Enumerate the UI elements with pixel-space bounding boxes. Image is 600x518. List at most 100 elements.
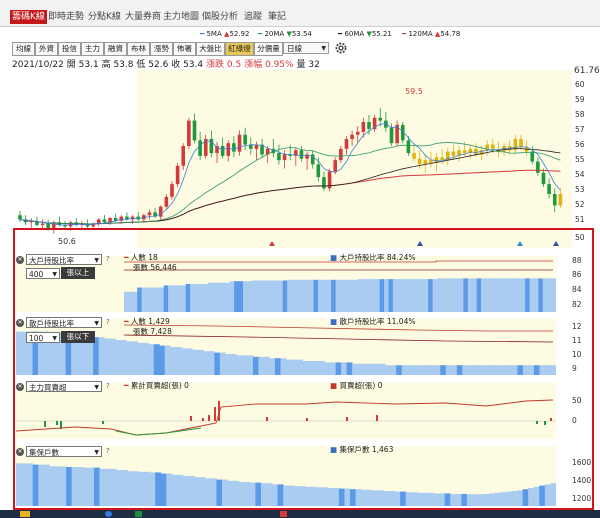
toolbar-volume-profile-button[interactable]: 分價量 <box>254 42 283 56</box>
toolbar-ma-button[interactable]: 均線 <box>12 42 35 56</box>
close-icon[interactable]: ✕ <box>16 448 24 456</box>
holding-bar <box>335 279 341 312</box>
holding-bar <box>412 365 419 375</box>
close-icon[interactable]: ✕ <box>16 256 24 264</box>
candle-body <box>181 146 186 166</box>
candle-body <box>220 146 225 156</box>
holding-bar <box>197 349 204 375</box>
toolbar-trend-button[interactable]: 漲勢 <box>150 42 173 56</box>
browser-icon[interactable] <box>105 511 112 517</box>
retail-ratio-label: ■ 散戶持股比率 11.04% <box>330 317 416 326</box>
holding-bar <box>405 492 412 506</box>
toolbar-foreign-button[interactable]: 外資 <box>35 42 58 56</box>
tab-chip-kline[interactable]: 籌碼K線 <box>10 10 47 24</box>
holding-bar <box>333 488 340 506</box>
net-buy-sell-bar <box>306 418 308 421</box>
retail-axis-tick: 11 <box>572 336 582 345</box>
price-change: 0.5 <box>226 60 242 70</box>
holding-bar <box>154 287 160 312</box>
help-icon[interactable]: ? <box>106 318 110 326</box>
holding-bar <box>124 291 129 312</box>
retail-threshold-button[interactable]: 張以下 <box>61 331 95 343</box>
holding-bar <box>319 361 325 375</box>
app-icon[interactable] <box>280 511 287 517</box>
holding-bar <box>160 473 167 506</box>
main-force-indicator-select[interactable]: 主力買賣超 ▼ <box>26 381 102 392</box>
low-annotation: 50.6 <box>58 237 76 246</box>
holding-bar <box>538 278 544 312</box>
holding-bar <box>394 491 401 506</box>
candlestick-chart[interactable]: 59.5 50.6 <box>12 70 572 248</box>
holding-bar <box>66 467 73 506</box>
folder-icon[interactable] <box>20 511 30 517</box>
holding-bar <box>322 279 328 312</box>
help-icon[interactable]: ? <box>106 382 110 390</box>
toolbar-trust-button[interactable]: 投信 <box>58 42 81 56</box>
help-icon[interactable]: ? <box>106 447 110 455</box>
tab-stock-analysis[interactable]: 個股分析 <box>200 10 240 24</box>
main-force-axis-tick: 0 <box>572 416 577 425</box>
holding-bar <box>185 284 191 312</box>
toolbar-vs-market-button[interactable]: 大盤比 <box>196 42 225 56</box>
big-holder-threshold-select[interactable]: 400 ▼ <box>26 268 60 279</box>
help-icon[interactable]: ? <box>106 255 110 263</box>
holding-bar <box>505 491 512 506</box>
holding-bar <box>317 279 323 312</box>
toolbar-deploy-button[interactable]: 佈署 <box>173 42 196 56</box>
volume: 32 <box>308 60 320 70</box>
period-select[interactable]: 日線 ▼ <box>283 42 329 54</box>
holding-bar <box>177 474 184 506</box>
tab-branch-kline[interactable]: 分點K線 <box>86 10 123 24</box>
retail-holder-indicator-select[interactable]: 散戶持股比率 ▼ <box>26 317 102 328</box>
close-icon[interactable]: ✕ <box>16 383 24 391</box>
holding-bar <box>172 285 178 312</box>
holding-bar <box>203 284 209 312</box>
big-holder-threshold-button[interactable]: 張以上 <box>61 267 95 279</box>
holding-bar <box>533 365 540 375</box>
holding-bar <box>236 355 243 375</box>
candle-body <box>491 144 495 149</box>
holding-bar <box>529 278 535 312</box>
candle-body <box>316 164 321 178</box>
holding-bar <box>153 344 160 375</box>
retail-threshold-select[interactable]: 100 ▼ <box>26 332 60 343</box>
tab-big-brokers[interactable]: 大量券商 <box>123 10 163 24</box>
holding-bar <box>155 472 162 506</box>
holding-bar <box>472 278 478 312</box>
candle-body <box>389 127 394 144</box>
holding-bar <box>363 363 370 375</box>
holding-bar <box>539 365 546 375</box>
main-force-axis-tick: 50 <box>572 396 582 405</box>
holding-bar <box>238 281 244 312</box>
toolbar-main-force-button[interactable]: 主力 <box>81 42 104 56</box>
holding-bar <box>16 463 22 506</box>
holding-bar <box>283 485 290 506</box>
toolbar-traffic-light-button[interactable]: 紅綠燈 <box>225 42 254 56</box>
holding-bar <box>77 467 84 506</box>
gear-icon[interactable] <box>334 41 348 55</box>
holding-bar <box>32 464 39 506</box>
spreadsheet-icon[interactable] <box>135 511 142 517</box>
toolbar-margin-button[interactable]: 融資 <box>104 42 127 56</box>
holding-bar <box>338 488 345 506</box>
holding-bar <box>247 281 253 312</box>
tab-main-force-map[interactable]: 主力地圖 <box>161 10 201 24</box>
chart-toolbar: 均線 外資 投信 主力 融資 布林 漲勢 佈署 大盤比 紅綠燈 分價量 日線 ▼ <box>12 42 557 56</box>
holding-bar <box>441 278 447 312</box>
holding-bar <box>500 492 507 506</box>
tab-realtime[interactable]: 即時走勢 <box>46 10 86 24</box>
close-icon[interactable]: ✕ <box>16 319 24 327</box>
holding-bar <box>171 474 178 506</box>
chevron-down-icon: ▼ <box>94 320 99 327</box>
holders-indicator-select[interactable]: 集保戶數 ▼ <box>26 446 102 457</box>
toolbar-bollinger-button[interactable]: 布林 <box>127 42 150 56</box>
holding-bar <box>427 492 434 506</box>
holding-bar <box>341 362 348 375</box>
tab-notes[interactable]: 筆記 <box>266 10 288 24</box>
holding-bar <box>533 486 540 506</box>
tab-track[interactable]: 追蹤 <box>242 10 264 24</box>
holding-bar <box>550 365 556 375</box>
holding-bar <box>423 365 430 375</box>
big-holder-indicator-select[interactable]: 大戶持股比率 ▼ <box>26 254 102 265</box>
candle-body <box>97 219 101 224</box>
